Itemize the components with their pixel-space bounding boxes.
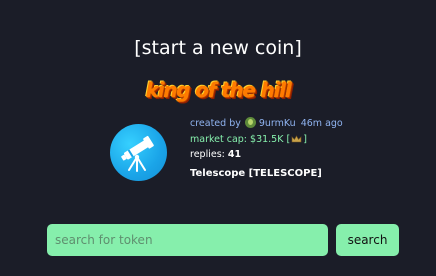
coin-image — [110, 124, 167, 181]
search-input[interactable] — [47, 224, 328, 256]
start-new-coin-link[interactable]: [start a new coin] — [0, 37, 436, 59]
crown-icon — [291, 134, 302, 142]
king-of-the-hill-title: king of the hill — [145, 78, 291, 102]
replies-count: 41 — [227, 149, 242, 160]
market-cap-bracket-open: [ — [286, 133, 291, 145]
creator-link[interactable]: 9urmKu — [259, 118, 296, 129]
replies-row: replies: 41 — [190, 147, 343, 163]
search-button[interactable]: search — [336, 224, 399, 256]
coin-info: created by 9urmKu 46m ago market cap: $31.… — [190, 116, 343, 181]
creator-avatar[interactable] — [244, 117, 256, 128]
coin-name: Telescope [TELESCOPE] — [190, 167, 322, 179]
telescope-icon — [121, 135, 154, 172]
market-cap-bracket-close: ] — [303, 133, 307, 145]
market-cap-row: market cap: $31.5K [] — [190, 132, 343, 148]
replies-label: replies: — [190, 149, 225, 160]
created-row: created by 9urmKu 46m ago — [190, 116, 343, 132]
created-time: 46m ago — [300, 118, 343, 129]
market-cap: market cap: $31.5K — [190, 133, 284, 145]
created-by-label: created by — [190, 118, 241, 129]
king-of-the-hill-coin-card[interactable]: created by 9urmKu 46m ago market cap: $31.… — [108, 116, 358, 188]
